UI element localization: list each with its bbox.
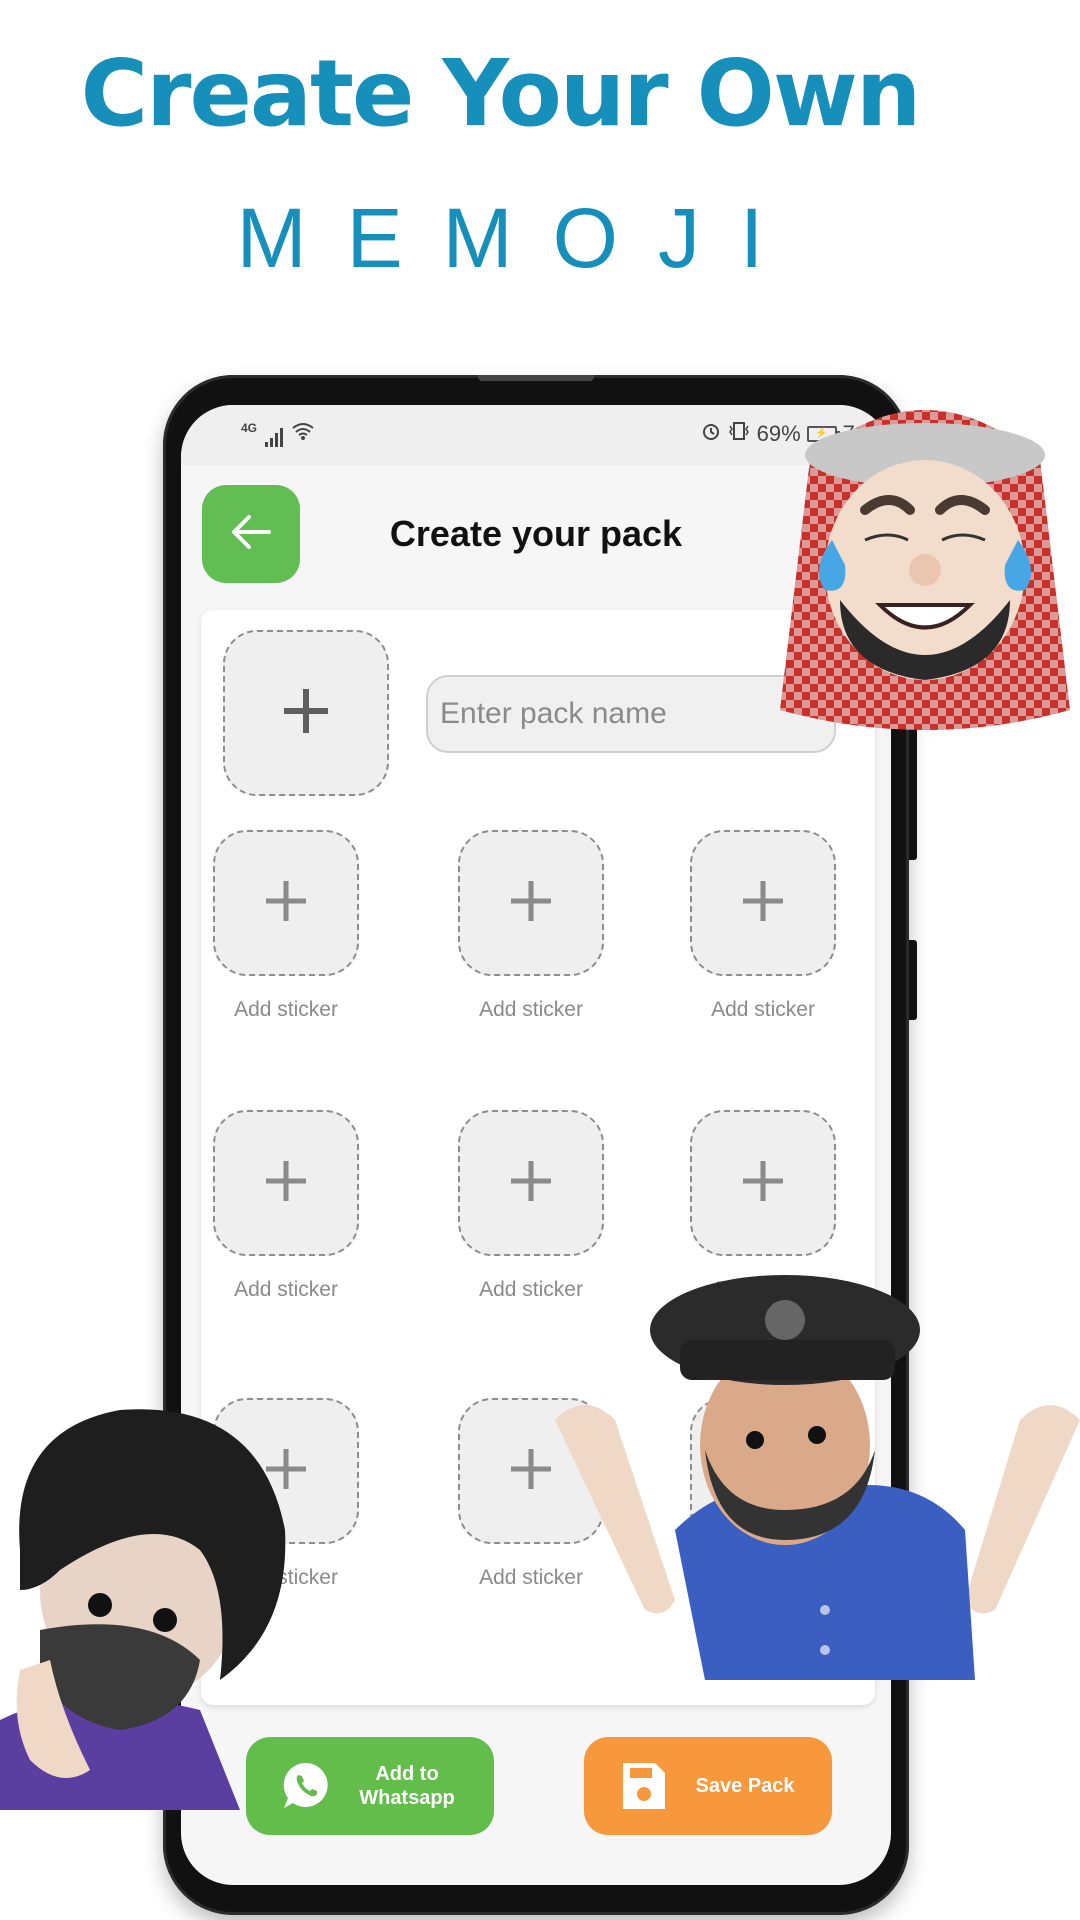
save-pack-label: Save Pack (695, 1775, 795, 1797)
phone-power-button (909, 940, 917, 1020)
add-to-whatsapp-label-line1: Add to (375, 1763, 439, 1785)
alarm-icon (701, 421, 721, 447)
plus-icon (507, 1445, 555, 1497)
plus-icon (262, 877, 310, 929)
save-pack-button[interactable]: Save Pack (584, 1737, 832, 1835)
sticker-slot[interactable]: Add sticker (456, 830, 606, 1022)
phone-speaker (478, 375, 594, 381)
signal-icon (265, 427, 284, 447)
add-sticker-button[interactable] (458, 1110, 604, 1256)
add-sticker-button[interactable] (213, 1110, 359, 1256)
add-sticker-button[interactable] (213, 830, 359, 976)
plus-icon (507, 877, 555, 929)
save-floppy-icon (614, 1756, 674, 1816)
plus-icon (739, 877, 787, 929)
plus-icon (507, 1157, 555, 1209)
sticker-slot[interactable]: Add sticker (688, 830, 838, 1022)
tray-icon-slot[interactable] (223, 630, 389, 796)
promo-subheadline: MEMOJI (236, 191, 804, 285)
add-to-whatsapp-label-line2: Whatsapp (359, 1787, 455, 1809)
plus-icon (262, 1157, 310, 1209)
wifi-icon (291, 421, 315, 447)
add-sticker-button[interactable] (690, 1110, 836, 1256)
network-type: 4G (241, 421, 258, 435)
memoji-keffiyeh-laughing (770, 380, 1080, 740)
add-sticker-label: Add sticker (234, 1278, 338, 1301)
plus-icon (282, 687, 330, 739)
add-sticker-label: Add sticker (711, 998, 815, 1021)
sticker-slot[interactable]: Add sticker (211, 1110, 361, 1302)
vibrate-icon (727, 421, 751, 447)
plus-icon (739, 1157, 787, 1209)
add-sticker-button[interactable] (458, 830, 604, 976)
promo-headline: Create Your Own (80, 40, 922, 147)
add-sticker-label: Add sticker (234, 998, 338, 1021)
memoji-cap-shrugging (555, 1270, 1080, 1690)
memoji-masked-curly-hair (0, 1390, 300, 1810)
add-sticker-button[interactable] (690, 830, 836, 976)
phone-volume-button (909, 720, 917, 860)
sticker-slot[interactable]: Add sticker (211, 830, 361, 1022)
add-sticker-label: Add sticker (479, 998, 583, 1021)
